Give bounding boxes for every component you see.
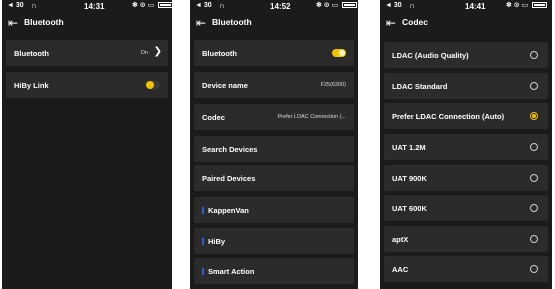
codec-row[interactable]: Codec Prefer LDAC Connection (...: [194, 104, 354, 130]
paired-device-item[interactable]: HiBy: [194, 228, 354, 254]
radio-button[interactable]: [530, 174, 538, 182]
row-label: Paired Devices: [202, 174, 256, 183]
status-time: 14:52: [270, 2, 291, 11]
device-name-row[interactable]: Device name F25(6200): [194, 72, 354, 98]
title-bar: ⇤ Bluetooth: [2, 12, 172, 34]
radio-button[interactable]: [530, 235, 538, 243]
radio-button[interactable]: [530, 265, 538, 273]
status-time: 14:31: [84, 2, 105, 11]
codec-option-label: UAT 900K: [392, 174, 427, 183]
status-icons: ✽ ⊙ ▭: [132, 1, 172, 9]
row-label: Search Devices: [202, 145, 258, 154]
title-bar: ⇤ Codec: [380, 12, 552, 34]
codec-option[interactable]: UAT 900K: [384, 165, 548, 191]
radio-button[interactable]: [530, 51, 538, 59]
radio-button-selected[interactable]: [530, 112, 538, 120]
row-label: Bluetooth: [14, 49, 49, 58]
headphone-icon: ∩: [409, 1, 415, 10]
chevron-right-icon: ❯: [153, 46, 162, 57]
codec-option-label: AAC: [392, 265, 409, 274]
screen-codec: ◄ 30 ∩ 14:41 ✽ ⊙ ▭ ⇤ Codec LDAC (Audio Q…: [380, 0, 552, 289]
screen-bluetooth-main: ◄ 30 ∩ 14:31 ✽ ⊙ ▭ ⇤ Bluetooth Bluetooth…: [2, 0, 172, 289]
codec-option[interactable]: LDAC Standard: [384, 73, 548, 99]
radio-button[interactable]: [530, 204, 538, 212]
status-time: 14:41: [465, 2, 486, 11]
status-bar: ◄ 30 ∩ 14:31 ✽ ⊙ ▭: [2, 0, 172, 12]
page-title: Bluetooth: [24, 17, 64, 27]
hiby-link-toggle[interactable]: [146, 81, 160, 89]
codec-option[interactable]: LDAC (Audio Quality): [384, 42, 548, 68]
device-label: Smart Action: [208, 267, 255, 276]
radio-button[interactable]: [530, 143, 538, 151]
row-label: HiBy Link: [14, 81, 49, 90]
page-title: Bluetooth: [212, 17, 252, 27]
status-glyphs: ✽ ⊙ ▭: [316, 2, 339, 9]
bluetooth-icon: [202, 268, 204, 275]
back-arrow-icon[interactable]: ⇤: [8, 16, 18, 30]
codec-option-label: Prefer LDAC Connection (Auto): [392, 112, 505, 121]
codec-option[interactable]: AAC: [384, 256, 548, 282]
status-bar: ◄ 30 ∩ 14:52 ✽ ⊙ ▭: [190, 0, 358, 12]
codec-option-label: aptX: [392, 235, 409, 244]
status-glyphs: ✽ ⊙ ▭: [506, 2, 529, 9]
volume-indicator: ◄ 30: [195, 2, 212, 9]
bluetooth-icon: [202, 207, 204, 214]
paired-device-item[interactable]: KappenVan: [194, 197, 354, 223]
row-label: HiBy: [202, 237, 225, 246]
back-arrow-icon[interactable]: ⇤: [196, 16, 206, 30]
status-bar: ◄ 30 ∩ 14:41 ✽ ⊙ ▭: [380, 0, 552, 12]
headphone-icon: ∩: [31, 1, 37, 10]
headphone-icon: ∩: [219, 1, 225, 10]
page-title: Codec: [402, 17, 428, 27]
codec-option-label: LDAC (Audio Quality): [392, 51, 469, 60]
row-label: KappenVan: [202, 206, 249, 215]
row-label: Smart Action: [202, 267, 254, 276]
battery-icon: [158, 2, 172, 9]
status-glyphs: ✽ ⊙ ▭: [132, 2, 155, 9]
codec-option[interactable]: aptX: [384, 226, 548, 252]
row-label: Bluetooth: [202, 49, 237, 58]
volume-indicator: ◄ 30: [385, 2, 402, 9]
battery-icon: [342, 2, 358, 9]
bluetooth-icon: [202, 238, 204, 245]
back-arrow-icon[interactable]: ⇤: [386, 16, 396, 30]
row-label: Device name: [202, 81, 248, 90]
device-label: KappenVan: [208, 206, 249, 215]
bluetooth-state-value: On: [140, 50, 148, 56]
codec-option-selected[interactable]: Prefer LDAC Connection (Auto): [384, 103, 548, 129]
hiby-link-row[interactable]: HiBy Link: [6, 72, 168, 98]
bluetooth-toggle[interactable]: [332, 49, 346, 57]
device-name-value: F25(6200): [320, 82, 346, 88]
paired-devices-row[interactable]: Paired Devices: [194, 165, 354, 191]
codec-option[interactable]: UAT 600K: [384, 195, 548, 221]
status-icons: ✽ ⊙ ▭: [316, 1, 358, 9]
codec-option-label: UAT 600K: [392, 204, 427, 213]
bluetooth-toggle-row[interactable]: Bluetooth: [194, 40, 354, 66]
codec-value: Prefer LDAC Connection (...: [277, 114, 346, 120]
codec-option-label: LDAC Standard: [392, 82, 448, 91]
device-label: HiBy: [208, 237, 226, 246]
volume-indicator: ◄ 30: [7, 2, 24, 9]
radio-button[interactable]: [530, 82, 538, 90]
row-label: Codec: [202, 113, 225, 122]
bluetooth-setting-row[interactable]: Bluetooth On ❯: [6, 40, 168, 66]
status-icons: ✽ ⊙ ▭: [506, 1, 548, 9]
screen-bluetooth-settings: ◄ 30 ∩ 14:52 ✽ ⊙ ▭ ⇤ Bluetooth Bluetooth…: [190, 0, 358, 289]
paired-device-item[interactable]: Smart Action: [194, 258, 354, 284]
title-bar: ⇤ Bluetooth: [190, 12, 358, 34]
codec-option[interactable]: UAT 1.2M: [384, 134, 548, 160]
battery-icon: [532, 2, 548, 9]
codec-option-label: UAT 1.2M: [392, 143, 426, 152]
search-devices-row[interactable]: Search Devices: [194, 136, 354, 162]
